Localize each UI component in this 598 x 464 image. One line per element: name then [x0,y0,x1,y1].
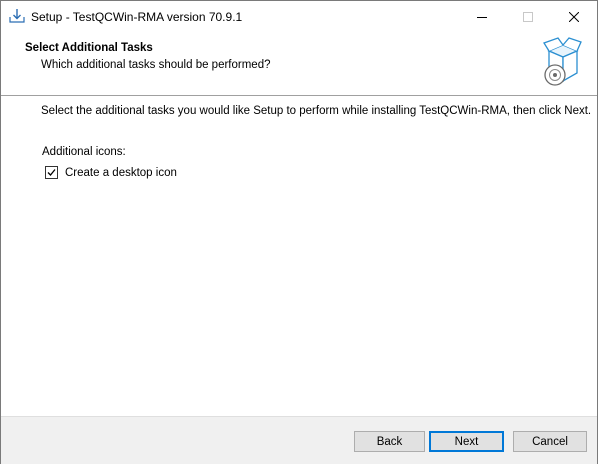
checkmark-icon [47,169,56,176]
cancel-button[interactable]: Cancel [513,431,587,452]
minimize-icon [477,16,487,18]
close-button[interactable] [551,1,597,32]
wizard-footer: Back Next Cancel [1,416,597,464]
additional-icons-label: Additional icons: [42,146,126,158]
minimize-button[interactable] [459,1,505,32]
task-desktop-icon[interactable]: Create a desktop icon [45,166,177,179]
maximize-icon [523,11,533,22]
desktop-icon-label[interactable]: Create a desktop icon [65,167,177,179]
back-button[interactable]: Back [354,431,425,452]
wizard-body: Select the additional tasks you would li… [1,96,597,416]
maximize-button[interactable] [505,1,551,32]
software-box-icon [541,37,583,89]
desktop-icon-checkbox[interactable] [45,166,58,179]
setup-download-icon [9,8,25,24]
setup-window: Setup - TestQCWin-RMA version 70.9.1 Sel… [0,0,598,464]
close-icon [569,11,579,22]
page-title: Select Additional Tasks [25,42,153,54]
window-title: Setup - TestQCWin-RMA version 70.9.1 [31,10,243,24]
next-button[interactable]: Next [429,431,504,452]
wizard-header: Select Additional Tasks Which additional… [1,32,597,95]
title-bar[interactable]: Setup - TestQCWin-RMA version 70.9.1 [1,1,597,32]
instruction-text: Select the additional tasks you would li… [41,105,592,117]
page-subtitle: Which additional tasks should be perform… [41,59,271,71]
